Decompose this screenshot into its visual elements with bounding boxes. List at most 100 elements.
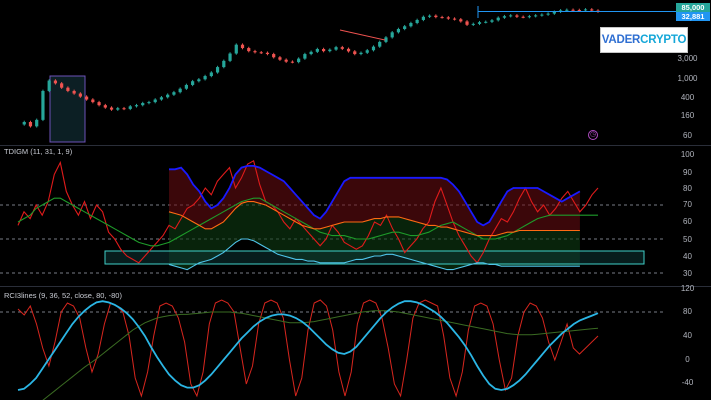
candle-body (91, 99, 95, 103)
candle-body (565, 9, 569, 11)
candle-body (97, 102, 101, 106)
candle-body (35, 119, 39, 127)
candle-body (141, 103, 145, 106)
candle-body (396, 29, 401, 33)
price-axis[interactable]: 3,000 1,000 400 160 60 100 90 80 70 60 5… (664, 0, 711, 400)
rci-tick-120: 120 (680, 284, 695, 293)
candle-body (359, 52, 363, 55)
candle-body (303, 54, 307, 59)
tdigm-tick-60: 60 (683, 217, 692, 226)
rci-mid-line (17, 300, 599, 391)
candle-body (577, 9, 581, 11)
candle-body (371, 46, 376, 51)
candle-body (334, 47, 338, 50)
rci-short-line (17, 299, 599, 398)
candle-body (240, 44, 245, 49)
alert-clock-icon[interactable]: ◷ (588, 130, 598, 140)
candle-body (191, 81, 195, 85)
candle-body (415, 19, 419, 24)
candle-body (197, 79, 201, 82)
candle-body (66, 87, 70, 91)
candle-body (122, 108, 126, 110)
candle-body (421, 16, 425, 20)
candle-body (209, 72, 213, 77)
candle-body (222, 60, 226, 68)
candle-body (85, 96, 89, 100)
candle-body (490, 20, 494, 22)
price-tick-1000: 1,000 (677, 74, 698, 83)
candle-body (459, 19, 463, 22)
candle-body (390, 32, 394, 38)
candle-body (284, 59, 288, 62)
rci-indicator-label[interactable]: RCI3lines (9, 36, 52, close, 80, -80) (4, 291, 122, 300)
candle-body (590, 9, 594, 11)
tdigm-tick-50: 50 (683, 235, 692, 244)
vadercrypto-logo: VADER CRYPTO (600, 27, 688, 53)
candle-body (159, 97, 164, 100)
candle-body (521, 16, 525, 18)
level-price-tag: 32,881 (676, 12, 710, 21)
candle-body (515, 15, 519, 17)
candle-body (60, 83, 64, 88)
candle-body (534, 15, 538, 17)
candle-body (484, 21, 488, 23)
price-tick-60: 60 (683, 131, 692, 140)
candle-body (440, 17, 444, 19)
candle-body (134, 105, 139, 107)
logo-text-vader: VADER (601, 34, 641, 46)
rci-tick-40: 40 (683, 331, 692, 340)
rci-tick-0: 0 (685, 355, 690, 364)
tdigm-tick-40: 40 (683, 252, 692, 261)
candle-body (527, 16, 531, 18)
candle-body (502, 16, 507, 18)
tdigm-tick-90: 90 (683, 168, 692, 177)
candle-body (28, 122, 33, 127)
candle-body (452, 18, 457, 20)
candle-body (203, 76, 207, 80)
candle-body (346, 48, 351, 52)
candle-body (47, 80, 51, 91)
price-tick-400: 400 (680, 93, 695, 102)
rci-tick-minus40: -40 (681, 378, 694, 387)
candle-body (147, 102, 151, 104)
candle-body (72, 90, 76, 94)
candle-body (109, 107, 114, 110)
candle-body (53, 80, 58, 84)
candle-body (78, 93, 82, 97)
candle-body (321, 49, 326, 52)
candle-body (265, 52, 270, 55)
rci-tick-80: 80 (683, 307, 692, 316)
candle-body (328, 49, 332, 52)
candle-body (540, 14, 544, 16)
candle-body (278, 57, 282, 60)
candle-body (103, 105, 107, 108)
candle-body (215, 67, 220, 73)
candle-body (259, 52, 263, 54)
candle-body (41, 90, 45, 120)
logo-text-crypto: CRYPTO (640, 34, 687, 46)
candle-body (340, 47, 344, 49)
price-highlight-box (49, 75, 86, 143)
candle-body (428, 15, 432, 17)
candle-body (571, 9, 575, 11)
tdigm-tick-30: 30 (683, 269, 692, 278)
candle-body (172, 92, 176, 95)
candle-body (434, 15, 438, 18)
tdigm-tick-80: 80 (683, 184, 692, 193)
current-price-tag: 85,000 (676, 3, 710, 12)
candle-body (315, 49, 319, 52)
candle-body (128, 106, 132, 109)
candle-body (353, 51, 357, 55)
candle-body (184, 84, 188, 89)
candle-body (228, 53, 232, 61)
candle-body (403, 26, 407, 30)
tdigm-indicator-label[interactable]: TDIGM (11, 31, 1, 9) (4, 147, 72, 156)
price-trend-line (339, 29, 386, 41)
candle-body (153, 99, 157, 103)
chart-canvas (0, 6, 676, 400)
candle-body (253, 51, 257, 53)
candle-body (365, 50, 369, 53)
candle-body (247, 48, 251, 52)
candle-body (552, 11, 556, 14)
candle-body (409, 23, 413, 27)
